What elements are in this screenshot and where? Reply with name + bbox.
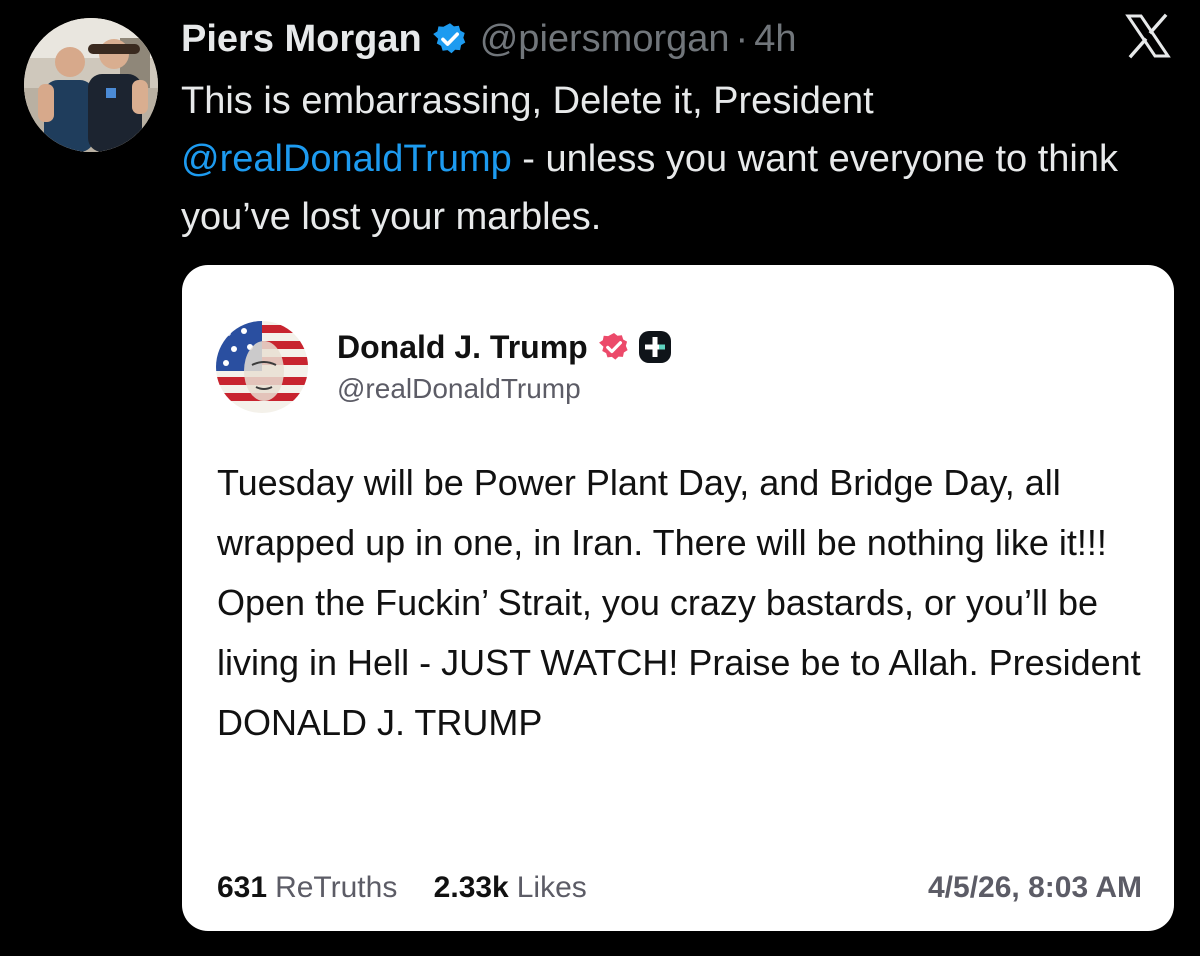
retruths-label: ReTruths (275, 871, 398, 904)
likes-label: Likes (516, 871, 587, 904)
quoted-author-handle[interactable]: @realDonaldTrump (337, 373, 581, 405)
post-text-part-1: This is embarrassing, Delete it, Preside… (181, 80, 874, 122)
quoted-post-date[interactable]: 4/5/26, 8:03 AM (928, 871, 1142, 905)
plus-badge-icon (638, 331, 671, 363)
post-time[interactable]: 4h (754, 18, 796, 61)
author-handle[interactable]: @piersmorgan (480, 18, 730, 61)
separator-dot: · (735, 17, 749, 60)
quoted-author-avatar[interactable] (216, 321, 308, 413)
avatar-photo (24, 18, 158, 152)
quoted-author-name[interactable]: Donald J. Trump (337, 329, 588, 366)
engagement-stats: 631 ReTruths 2.33k Likes (217, 871, 587, 905)
quoted-avatar-image (216, 321, 308, 413)
x-logo-icon (1125, 13, 1171, 59)
tweet: Piers Morgan @piersmorgan · 4h This is e… (0, 0, 1200, 956)
truth-verified-badge-icon (598, 333, 628, 360)
likes-stat[interactable]: 2.33k Likes (434, 871, 587, 904)
retruths-count: 631 (217, 871, 268, 904)
verified-badge-icon (432, 23, 466, 54)
author-name[interactable]: Piers Morgan (181, 18, 422, 61)
mention-link[interactable]: @realDonaldTrump (181, 138, 512, 180)
author-avatar[interactable] (24, 18, 158, 152)
quoted-author-row: Donald J. Trump (337, 325, 672, 369)
post-header: Piers Morgan @piersmorgan · 4h (181, 14, 796, 64)
quoted-post-footer: 631 ReTruths 2.33k Likes 4/5/26, 8:03 AM (217, 871, 1142, 905)
post-text: This is embarrassing, Delete it, Preside… (181, 72, 1171, 246)
likes-count: 2.33k (433, 871, 509, 904)
retruths-stat[interactable]: 631 ReTruths (217, 871, 397, 904)
quoted-post-card[interactable]: Donald J. Trump @realDonaldTrump Tuesday… (182, 265, 1174, 931)
quoted-post-body: Tuesday will be Power Plant Day, and Bri… (217, 462, 1141, 743)
